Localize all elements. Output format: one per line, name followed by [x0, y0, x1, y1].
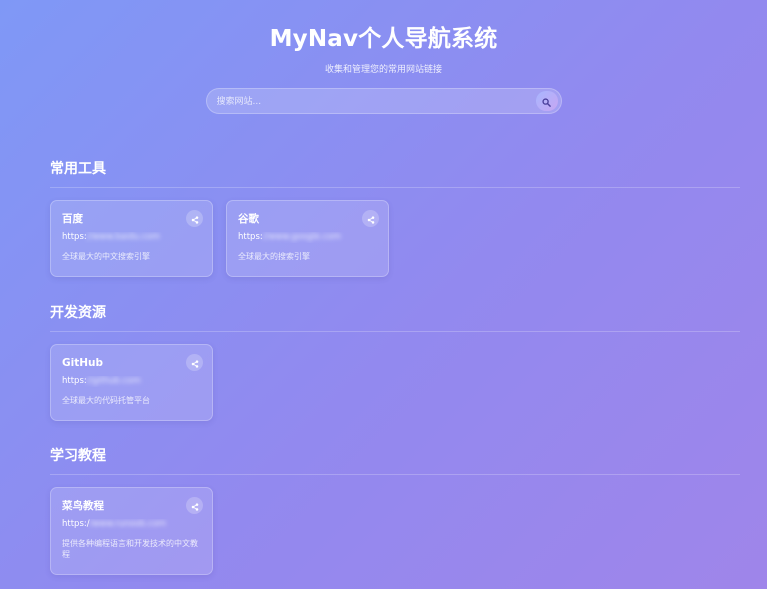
- card-url-rest: //github.com: [86, 376, 141, 386]
- link-card-google[interactable]: 谷歌 https://www.google.com 全球最大的搜索引擎: [226, 200, 389, 277]
- page-header: MyNav个人导航系统 收集和管理您的常用网站链接: [0, 0, 767, 115]
- card-list: GitHub https://github.com 全球最大的代码托管平台: [50, 344, 740, 421]
- card-description: 提供各种编程语言和开发技术的中文教程: [62, 539, 198, 559]
- card-url[interactable]: https://www.runoob.com: [62, 519, 201, 530]
- search-icon: [542, 92, 551, 111]
- card-url-rest: //www.baidu.com: [86, 232, 160, 242]
- page-title: MyNav个人导航系统: [269, 26, 498, 52]
- section-tutorials: 学习教程 菜鸟教程 https://www.runoob.com 提供各种编程语…: [50, 446, 740, 575]
- card-url[interactable]: https://github.com: [62, 376, 201, 387]
- share-button[interactable]: [186, 497, 203, 514]
- card-url-rest: /www.runoob.com: [89, 519, 167, 529]
- card-description: 全球最大的搜索引擎: [238, 252, 310, 261]
- section-dev-resources: 开发资源 GitHub https://github.com 全球最大的代码托管…: [50, 303, 740, 421]
- card-url-prefix: https:: [62, 376, 87, 386]
- share-icon: [191, 209, 199, 228]
- card-name: 菜鸟教程: [62, 500, 104, 512]
- card-list: 菜鸟教程 https://www.runoob.com 提供各种编程语言和开发技…: [50, 487, 740, 575]
- share-icon: [367, 209, 375, 228]
- link-card-runoob[interactable]: 菜鸟教程 https://www.runoob.com 提供各种编程语言和开发技…: [50, 487, 213, 575]
- share-button[interactable]: [186, 354, 203, 371]
- section-divider: [50, 474, 740, 475]
- section-title: 开发资源: [50, 305, 106, 321]
- share-button[interactable]: [186, 210, 203, 227]
- link-card-github[interactable]: GitHub https://github.com 全球最大的代码托管平台: [50, 344, 213, 421]
- section-divider: [50, 331, 740, 332]
- section-divider: [50, 187, 740, 188]
- share-icon: [191, 496, 199, 515]
- search-input[interactable]: [214, 89, 529, 115]
- card-name: GitHub: [62, 357, 104, 369]
- page-subtitle: 收集和管理您的常用网站链接: [324, 65, 442, 75]
- card-list: 百度 https://www.baidu.com 全球最大的中文搜索引擎 谷歌 …: [50, 200, 740, 277]
- share-button[interactable]: [362, 210, 379, 227]
- section-common-tools: 常用工具 百度 https://www.baidu.com 全球最大的中文搜索引…: [50, 159, 740, 277]
- card-url[interactable]: https://www.baidu.com: [62, 232, 201, 243]
- section-title: 常用工具: [50, 161, 106, 177]
- section-title: 学习教程: [50, 448, 106, 464]
- share-icon: [191, 353, 199, 372]
- card-name: 百度: [62, 213, 83, 225]
- search-bar: [205, 88, 562, 115]
- link-card-baidu[interactable]: 百度 https://www.baidu.com 全球最大的中文搜索引擎: [50, 200, 213, 277]
- card-name: 谷歌: [238, 213, 259, 225]
- card-url-rest: //www.google.com: [262, 232, 341, 242]
- card-url-prefix: https:: [62, 232, 87, 242]
- card-description: 全球最大的中文搜索引擎: [62, 252, 150, 261]
- card-url-prefix: https:: [238, 232, 263, 242]
- search-button[interactable]: [535, 91, 558, 111]
- card-url[interactable]: https://www.google.com: [238, 232, 377, 243]
- card-description: 全球最大的代码托管平台: [62, 396, 150, 405]
- card-url-prefix: https:/: [62, 519, 90, 529]
